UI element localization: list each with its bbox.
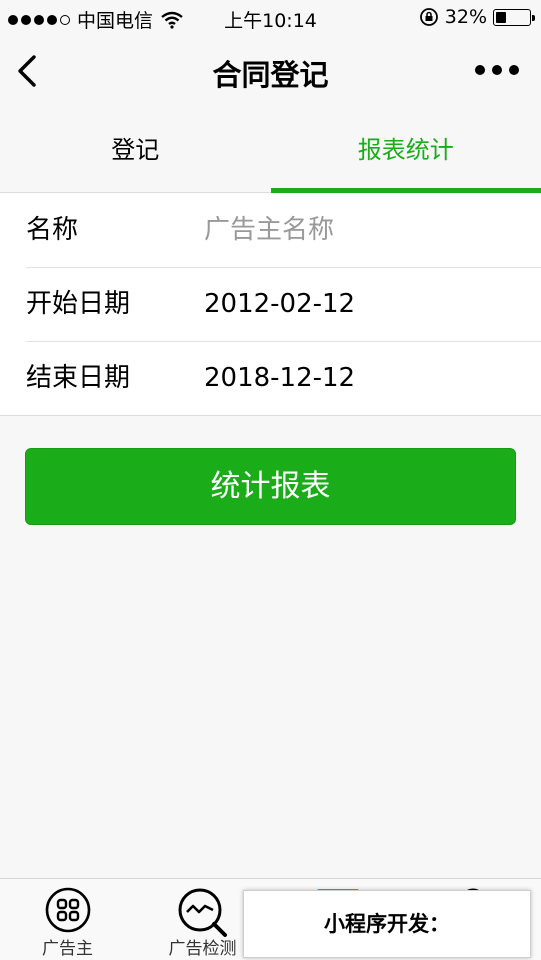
- form-row-start-date: 开始日期 2012-02-12: [0, 267, 541, 341]
- battery-percent: 32%: [444, 6, 487, 28]
- page-title: 合同登记: [212, 58, 329, 92]
- tab-report-stats[interactable]: 报表统计: [270, 106, 541, 193]
- start-date-label: 开始日期: [26, 289, 131, 319]
- tab-register[interactable]: 登记: [0, 106, 271, 192]
- tabbar-label: 广告主: [42, 939, 93, 959]
- form-row-name: 名称 广告主名称: [0, 193, 541, 267]
- grid-circle-icon: [45, 887, 90, 933]
- status-bar: 中国电信 上午10:14 32%: [0, 0, 541, 36]
- developer-contact-banner: 小程序开发：13691612727: [243, 890, 531, 958]
- screen: 中国电信 上午10:14 32% 合同登记 登记 报表统计 名称 广告主名称 开…: [0, 0, 541, 960]
- end-date-picker[interactable]: 2018-12-12: [204, 341, 355, 415]
- tabbar-item-advertisers[interactable]: 广告主: [0, 879, 135, 960]
- battery-icon: [493, 8, 535, 26]
- query-form: 名称 广告主名称 开始日期 2012-02-12 结束日期 2018-12-12: [0, 193, 541, 416]
- end-date-label: 结束日期: [26, 363, 131, 393]
- status-right: 32%: [419, 6, 535, 28]
- segment-tabs: 登记 报表统计: [0, 106, 541, 193]
- search-wave-icon: [178, 888, 227, 937]
- nav-bar: 合同登记: [0, 36, 541, 106]
- name-input[interactable]: 广告主名称: [204, 193, 334, 267]
- generate-report-button[interactable]: 统计报表: [25, 448, 516, 525]
- more-dots-icon[interactable]: [475, 65, 519, 75]
- start-date-picker[interactable]: 2012-02-12: [204, 267, 355, 341]
- form-row-end-date: 结束日期 2018-12-12: [0, 341, 541, 415]
- banner-label: 小程序开发：: [324, 912, 450, 936]
- rotation-lock-icon: [419, 8, 438, 26]
- name-label: 名称: [26, 215, 79, 245]
